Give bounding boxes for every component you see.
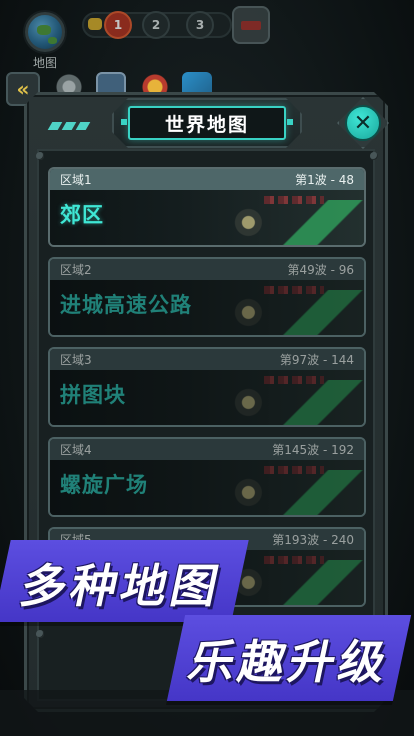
map-thumbnail [194, 460, 364, 515]
map-thumbnail [194, 370, 364, 425]
region-name: 螺旋广场 [60, 473, 148, 497]
region-card-4[interactable]: 区域4 第145波 - 192 螺旋广场 [48, 437, 366, 517]
region-name: 拼图块 [60, 383, 126, 407]
region-wave-range: 第49波 - 96 [287, 263, 355, 277]
region-card-3[interactable]: 区域3 第97波 - 144 拼图块 [48, 347, 366, 427]
rivet [370, 152, 378, 160]
promo-text-1: 多种地图 [15, 559, 228, 613]
region-card-1[interactable]: 区域1 第1波 - 48 郊区 [48, 167, 366, 247]
game-screen: 地图 1 2 3 « 世界地图 ✕ 区域1 第1波 - 48 郊区 区域2 第4… [0, 0, 414, 736]
decor-stripes-left [47, 122, 91, 130]
region-card-header: 区域3 第97波 - 144 [50, 349, 364, 370]
rivet [36, 630, 44, 638]
region-zone-label: 区域1 [60, 173, 92, 187]
region-wave-range: 第97波 - 144 [279, 353, 354, 367]
region-wave-range: 第1波 - 48 [295, 173, 354, 187]
region-card-header: 区域4 第145波 - 192 [50, 439, 364, 460]
title-dot-right [287, 119, 293, 125]
top-hud: 地图 1 2 3 [0, 0, 414, 70]
globe-icon [25, 12, 65, 52]
panel-title: 世界地图 [128, 106, 286, 140]
region-name: 进城高速公路 [60, 293, 192, 317]
map-thumbnail [194, 280, 364, 335]
close-button[interactable]: ✕ [345, 105, 381, 141]
region-wave-range: 第193波 - 240 [272, 533, 354, 547]
wave-node-3: 3 [186, 11, 214, 39]
rivet [36, 152, 44, 160]
region-zone-label: 区域3 [60, 353, 92, 367]
treasure-chest-icon[interactable] [232, 6, 270, 44]
region-zone-label: 区域4 [60, 443, 92, 457]
region-wave-range: 第145波 - 192 [272, 443, 354, 457]
region-name: 郊区 [60, 203, 104, 227]
close-icon: ✕ [353, 110, 373, 136]
region-card-header: 区域2 第49波 - 96 [50, 259, 364, 280]
map-label: 地图 [32, 56, 57, 70]
title-dot-left [121, 119, 127, 125]
region-card-2[interactable]: 区域2 第49波 - 96 进城高速公路 [48, 257, 366, 337]
promo-text-2: 乐趣升级 [183, 635, 396, 689]
map-thumbnail [194, 190, 364, 245]
wave-node-1: 1 [104, 11, 132, 39]
wave-node-2: 2 [142, 11, 170, 39]
map-button[interactable]: 地图 [20, 10, 70, 70]
wave-start-marker [88, 18, 102, 30]
region-zone-label: 区域2 [60, 263, 92, 277]
region-card-header: 区域1 第1波 - 48 [50, 169, 364, 190]
